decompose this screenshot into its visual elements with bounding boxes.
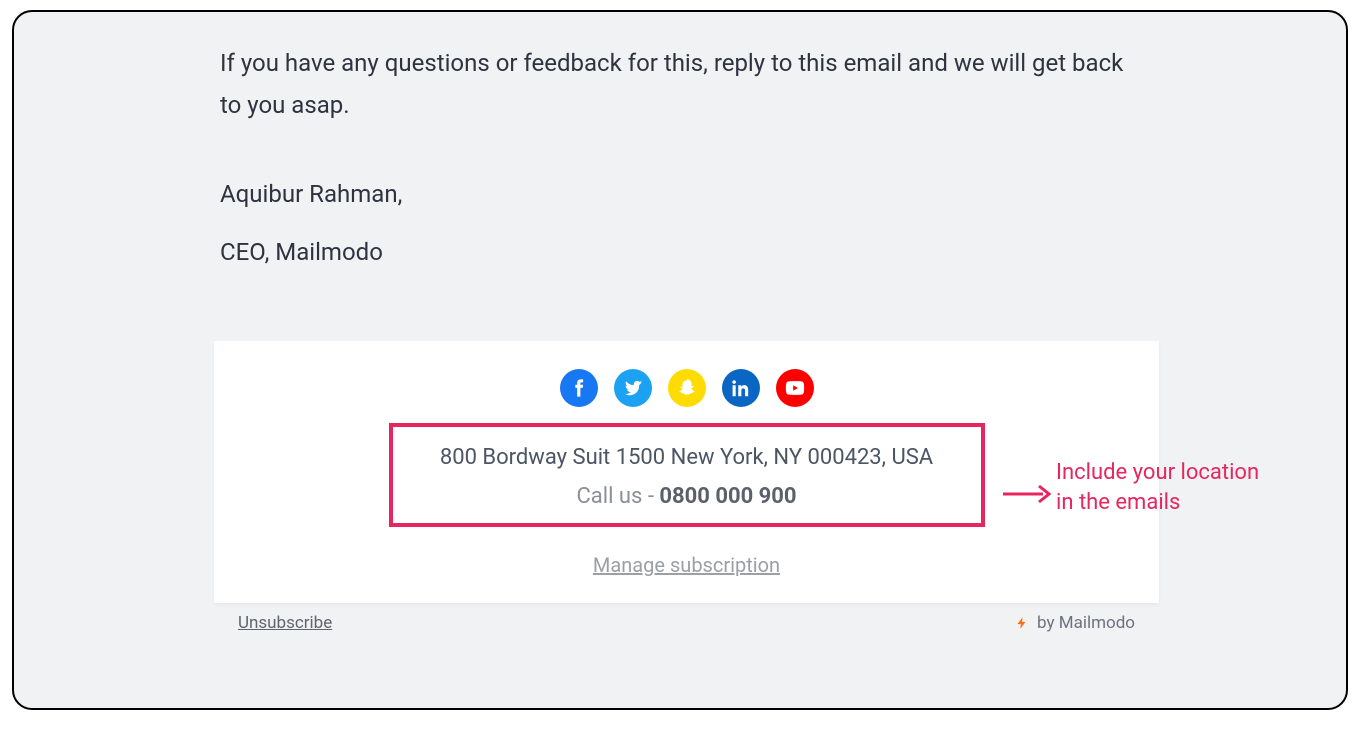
unsubscribe-link[interactable]: Unsubscribe xyxy=(238,613,332,633)
facebook-icon[interactable] xyxy=(560,369,598,407)
phone-number: 0800 000 900 xyxy=(659,484,796,509)
snapchat-icon[interactable] xyxy=(668,369,706,407)
brand-text: by Mailmodo xyxy=(1037,613,1135,633)
signature-block: Aquibur Rahman, CEO, Mailmodo xyxy=(214,136,1159,341)
linkedin-icon[interactable] xyxy=(722,369,760,407)
brand-credit: by Mailmodo xyxy=(1015,613,1135,633)
social-row xyxy=(214,369,1159,407)
signature-title: CEO, Mailmodo xyxy=(220,224,1139,282)
call-prefix: Call us - xyxy=(576,484,659,509)
bolt-icon xyxy=(1015,614,1029,632)
below-bar: Unsubscribe by Mailmodo xyxy=(214,603,1159,633)
email-footer: 800 Bordway Suit 1500 New York, NY 00042… xyxy=(214,341,1159,603)
company-address: 800 Bordway Suit 1500 New York, NY 00042… xyxy=(393,445,981,470)
youtube-icon[interactable] xyxy=(776,369,814,407)
signature-name: Aquibur Rahman, xyxy=(220,166,1139,224)
annotation-arrow-icon xyxy=(1001,482,1051,506)
annotation-text: Include your location in the emails xyxy=(1056,458,1259,517)
email-card: If you have any questions or feedback fo… xyxy=(214,12,1159,633)
phone-line: Call us - 0800 000 900 xyxy=(393,484,981,509)
manage-subscription-link[interactable]: Manage subscription xyxy=(593,553,780,577)
email-body-text: If you have any questions or feedback fo… xyxy=(214,12,1159,136)
annotation-line2: in the emails xyxy=(1056,488,1259,518)
location-highlight-box: 800 Bordway Suit 1500 New York, NY 00042… xyxy=(389,423,985,527)
annotation-line1: Include your location xyxy=(1056,458,1259,488)
twitter-icon[interactable] xyxy=(614,369,652,407)
frame: If you have any questions or feedback fo… xyxy=(12,10,1348,710)
